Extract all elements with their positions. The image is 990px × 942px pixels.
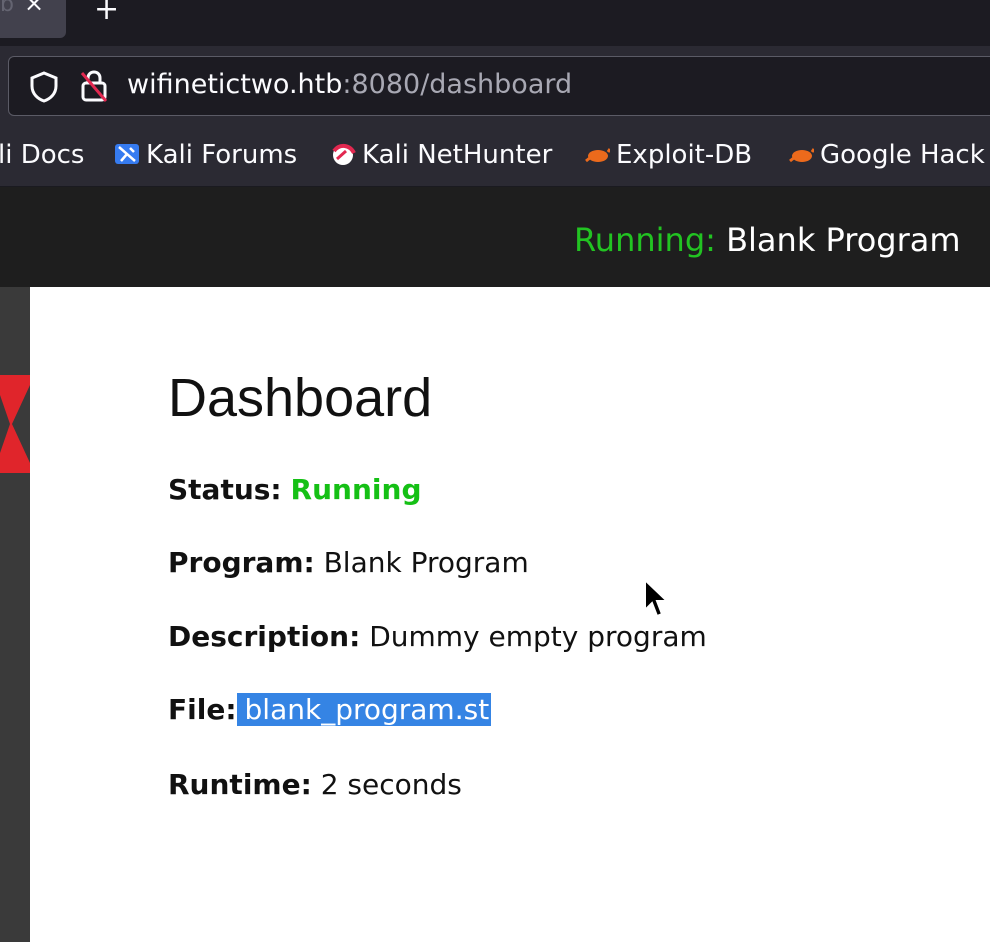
- runtime-label: Runtime:: [168, 768, 312, 801]
- tab-strip: b × +: [0, 0, 990, 46]
- running-program: Blank Program: [715, 221, 961, 259]
- mouse-cursor-icon: [644, 578, 670, 618]
- kali-forums-icon: [115, 144, 139, 164]
- runtime-row: Runtime: 2 seconds: [168, 768, 462, 801]
- bookmark-exploit-db[interactable]: Exploit-DB: [584, 140, 752, 170]
- file-row: File: blank_program.st: [168, 693, 492, 726]
- app-header: Running: Blank Program: [0, 187, 990, 287]
- url-host: wifinetictwo.htb: [127, 69, 343, 100]
- runtime-value: 2 seconds: [320, 768, 462, 801]
- exploit-db-icon: [789, 148, 814, 163]
- bookmark-kali-nethunter[interactable]: Kali NetHunter: [330, 140, 552, 170]
- kali-nethunter-icon: [332, 144, 356, 165]
- bookmark-label: Google Hack: [820, 140, 985, 170]
- running-label: Running:: [574, 221, 716, 259]
- insecure-lock-icon[interactable]: [79, 69, 109, 103]
- tracking-protection-shield-icon[interactable]: [29, 71, 59, 103]
- program-value: Blank Program: [323, 546, 529, 579]
- browser-tab[interactable]: b ×: [0, 0, 66, 38]
- bookmark-label: Kali Forums: [146, 140, 298, 170]
- navigation-bar: wifinetictwo.htb:8080/dashboard: [0, 46, 990, 132]
- new-tab-button[interactable]: +: [94, 0, 119, 27]
- description-label: Description:: [168, 620, 361, 653]
- bookmarks-toolbar: li Docs Kali Forums Kali NetHunter Explo…: [0, 132, 990, 187]
- bookmark-kali-docs[interactable]: li Docs: [0, 140, 84, 170]
- address-bar[interactable]: wifinetictwo.htb:8080/dashboard: [8, 56, 990, 116]
- file-value: blank_program.st: [236, 693, 492, 726]
- bookmark-label: Exploit-DB: [616, 140, 753, 170]
- page-title: Dashboard: [168, 368, 433, 428]
- dashboard-panel: Dashboard Status: Running Program: Blank…: [30, 287, 990, 942]
- description-row: Description: Dummy empty program: [168, 620, 707, 653]
- description-value: Dummy empty program: [369, 620, 707, 653]
- bookmark-kali-forums[interactable]: Kali Forums: [114, 140, 297, 170]
- status-label: Status:: [168, 473, 282, 506]
- url-path: :8080/dashboard: [342, 69, 573, 100]
- program-row: Program: Blank Program: [168, 546, 529, 579]
- bookmark-label: li Docs: [0, 140, 85, 170]
- url-text[interactable]: wifinetictwo.htb:8080/dashboard: [127, 69, 572, 100]
- tab-title: b: [0, 0, 14, 17]
- exploit-db-icon: [585, 148, 610, 163]
- bookmark-google-hacking[interactable]: Google Hack: [788, 140, 985, 170]
- program-label: Program:: [168, 546, 315, 579]
- status-row: Status: Running: [168, 473, 421, 506]
- running-indicator: Running: Blank Program: [574, 221, 961, 259]
- logo-icon: [0, 375, 30, 473]
- status-value: Running: [290, 473, 422, 506]
- bookmark-label: Kali NetHunter: [362, 140, 553, 170]
- file-label: File:: [168, 693, 237, 726]
- tab-close-icon[interactable]: ×: [24, 0, 44, 15]
